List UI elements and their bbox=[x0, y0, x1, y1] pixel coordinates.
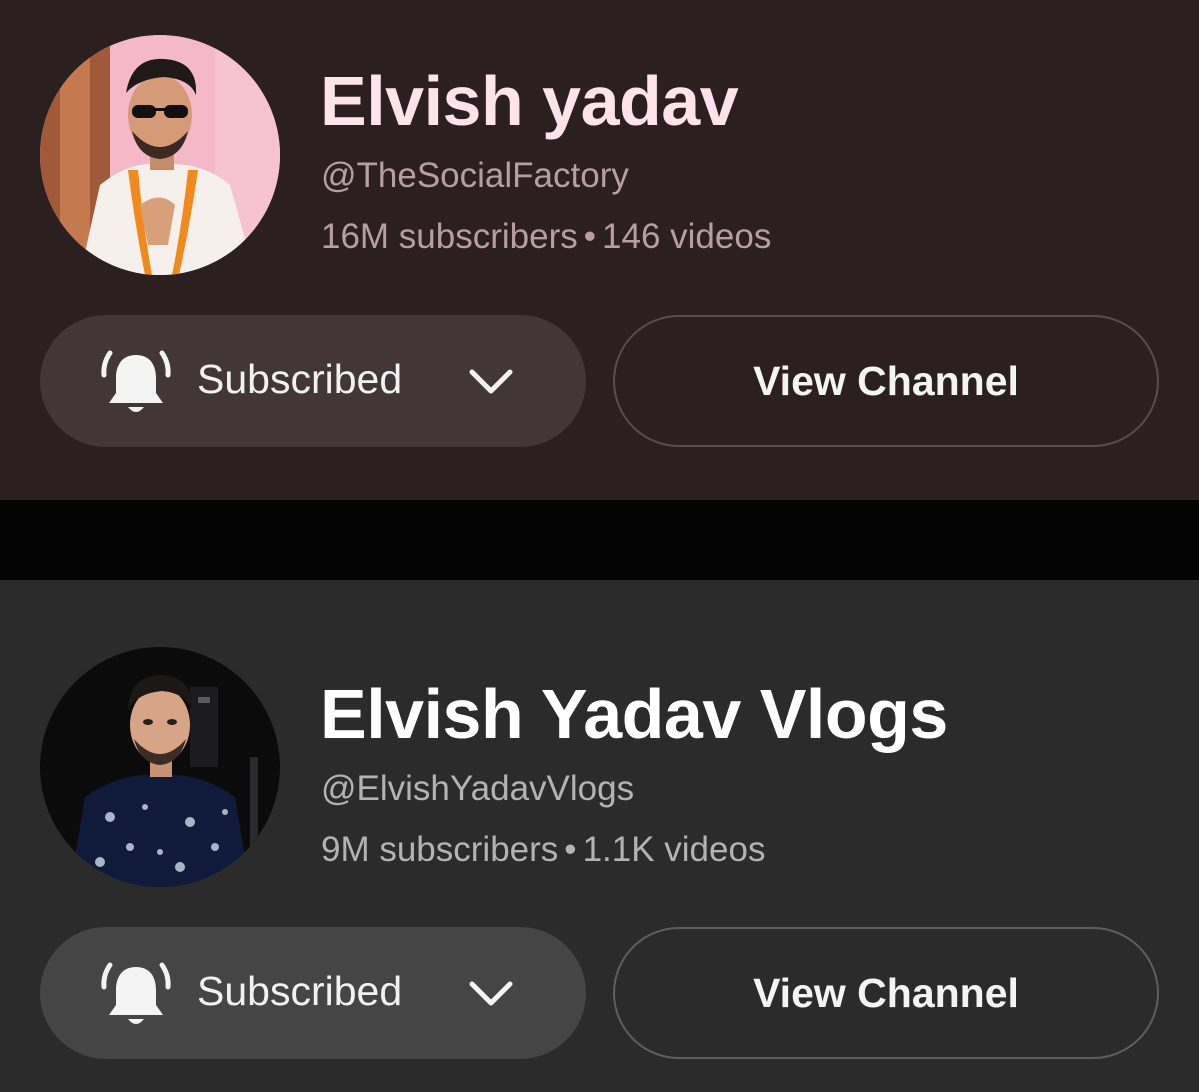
avatar-photo bbox=[40, 35, 280, 275]
subscribed-button[interactable]: Subscribed bbox=[40, 927, 586, 1059]
video-count: 146 videos bbox=[602, 217, 772, 256]
bell-ringing-icon bbox=[101, 962, 171, 1024]
subscriber-count: 16M subscribers bbox=[321, 217, 578, 256]
bell-ringing-icon bbox=[101, 350, 171, 412]
channel-title[interactable]: Elvish yadav bbox=[320, 66, 739, 136]
channel-handle: @TheSocialFactory bbox=[321, 156, 629, 195]
avatar-photo bbox=[40, 647, 280, 887]
channel-title[interactable]: Elvish Yadav Vlogs bbox=[320, 679, 948, 749]
channel-avatar[interactable] bbox=[40, 647, 280, 887]
subscribed-button[interactable]: Subscribed bbox=[40, 315, 586, 447]
chevron-down-icon bbox=[469, 981, 513, 1006]
channel-card-elvish-yadav: Elvish yadav @TheSocialFactory 16M subsc… bbox=[0, 0, 1199, 500]
view-channel-button[interactable]: View Channel bbox=[613, 927, 1159, 1059]
video-count: 1.1K videos bbox=[582, 830, 766, 869]
subscriber-count: 9M subscribers bbox=[321, 830, 559, 869]
channel-card-elvish-yadav-vlogs: Elvish Yadav Vlogs @ElvishYadavVlogs 9M … bbox=[0, 580, 1199, 1092]
view-channel-button[interactable]: View Channel bbox=[613, 315, 1159, 447]
chevron-down-icon bbox=[469, 369, 513, 394]
channel-stats: 16M subscribers • 146 videos bbox=[321, 219, 771, 254]
subscribed-label: Subscribed bbox=[197, 356, 403, 402]
stats-separator: • bbox=[583, 217, 597, 256]
channel-avatar[interactable] bbox=[40, 35, 280, 275]
channel-handle: @ElvishYadavVlogs bbox=[321, 769, 635, 808]
stats-separator: • bbox=[564, 830, 577, 869]
subscribed-label: Subscribed bbox=[197, 968, 403, 1014]
channel-stats: 9M subscribers • 1.1K videos bbox=[321, 832, 765, 867]
